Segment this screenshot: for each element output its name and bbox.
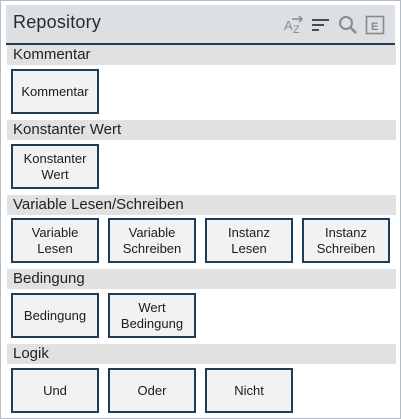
tile-label: Bedingung — [23, 307, 87, 323]
panel-header: Repository A Z E — [6, 5, 395, 45]
section-label: Logik — [13, 345, 49, 362]
tile-variable-schreiben[interactable]: Variable Schreiben — [108, 218, 196, 263]
section-label: Konstanter Wert — [13, 121, 122, 138]
section-label: Variable Lesen/Schreiben — [13, 196, 184, 213]
panel-title: Repository — [13, 12, 102, 32]
section-label: Kommentar — [13, 46, 91, 63]
tile-label: Kommentar — [21, 83, 89, 99]
section-label: Bedingung — [13, 270, 85, 287]
tile-oder[interactable]: Oder — [108, 368, 196, 413]
sort-alpha-icon[interactable]: A Z — [283, 14, 305, 36]
section-header-logik: Logik — [7, 344, 396, 364]
tile-label: Nicht — [234, 382, 264, 398]
tile-label: Instanz Schreiben — [316, 224, 376, 256]
section-header-konstanter-wert: Konstanter Wert — [7, 120, 396, 140]
tile-instanz-schreiben[interactable]: Instanz Schreiben — [302, 218, 390, 263]
sort-list-icon[interactable] — [310, 14, 332, 36]
tile-label: Oder — [137, 382, 167, 398]
tile-label: Variable Lesen — [31, 224, 79, 256]
tile-kommentar[interactable]: Kommentar — [11, 69, 99, 114]
tile-label: Konstanter Wert — [23, 150, 87, 182]
tile-variable-lesen[interactable]: Variable Lesen — [11, 218, 99, 263]
repository-panel: Repository A Z E Kommentar Kommentar Kon… — [0, 0, 401, 419]
tile-nicht[interactable]: Nicht — [205, 368, 293, 413]
search-icon[interactable] — [337, 14, 359, 36]
tile-label: Wert Bedingung — [120, 299, 184, 331]
svg-text:Z: Z — [293, 24, 300, 36]
section-header-bedingung: Bedingung — [7, 269, 396, 289]
tile-label: Variable Schreiben — [122, 224, 182, 256]
tile-und[interactable]: Und — [11, 368, 99, 413]
tile-bedingung[interactable]: Bedingung — [11, 293, 99, 338]
expand-icon[interactable]: E — [364, 14, 386, 36]
tile-label: Instanz Lesen — [228, 224, 270, 256]
tile-wert-bedingung[interactable]: Wert Bedingung — [108, 293, 196, 338]
tile-konstanter-wert[interactable]: Konstanter Wert — [11, 144, 99, 189]
tile-instanz-lesen[interactable]: Instanz Lesen — [205, 218, 293, 263]
tile-label: Und — [43, 382, 67, 398]
section-header-kommentar: Kommentar — [7, 45, 396, 65]
svg-text:A: A — [284, 18, 293, 33]
svg-text:E: E — [371, 21, 378, 33]
section-header-variable: Variable Lesen/Schreiben — [7, 195, 396, 215]
